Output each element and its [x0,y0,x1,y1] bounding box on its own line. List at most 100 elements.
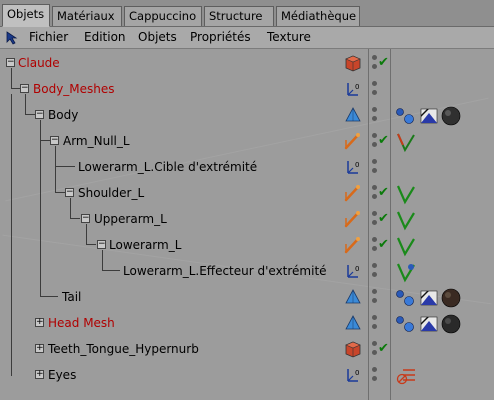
collapse-toggle[interactable]: − [50,136,59,145]
tree-row-ik-effector[interactable]: Lowerarm_L.Effecteur d'extrémité 0 [0,259,494,284]
tree-row-lowerarm-l[interactable]: − Lowerarm_L ✔ [0,233,494,258]
render-visibility-dot[interactable] [372,194,377,199]
ik-tag-icon[interactable] [395,235,419,257]
polygon-mesh-icon[interactable] [343,287,363,307]
expand-toggle[interactable]: + [35,344,44,353]
bone-icon[interactable] [343,209,363,229]
render-visibility-dot[interactable] [372,142,377,147]
render-visibility-dot[interactable] [372,246,377,251]
editor-visibility-dot[interactable] [372,159,377,164]
editor-visibility-dot[interactable] [372,211,377,216]
render-visibility-dot[interactable] [372,272,377,277]
editor-visibility-dot[interactable] [372,237,377,242]
editor-visibility-dot[interactable] [372,107,377,112]
bone-icon[interactable] [343,131,363,151]
material-sphere-icon[interactable] [441,314,461,334]
bone-icon[interactable] [343,183,363,203]
expand-toggle[interactable]: + [35,318,44,327]
ik-tag-icon[interactable] [395,131,419,153]
editor-visibility-dot[interactable] [372,289,377,294]
null-axis-icon[interactable]: 0 [343,365,363,385]
render-visibility-dot[interactable] [372,324,377,329]
menu-texture[interactable]: Texture [267,30,311,44]
object-name[interactable]: Body_Meshes [33,82,115,96]
ik-tag-icon[interactable] [395,183,419,205]
collapse-toggle[interactable]: − [65,188,74,197]
tree-row-teeth-tongue-hypernurb[interactable]: + Teeth_Tongue_Hypernurb ✔ [0,337,494,362]
editor-visibility-dot[interactable] [372,185,377,190]
cube-red-icon[interactable] [343,339,363,359]
object-name[interactable]: Tail [62,290,81,304]
object-name[interactable]: Upperarm_L [94,212,167,226]
tree-row-arm-null-l[interactable]: − Arm_Null_L ✔ [0,129,494,154]
collapse-toggle[interactable]: − [81,214,90,223]
object-name[interactable]: Lowerarm_L [109,238,181,252]
tab-cappuccino[interactable]: Cappuccino [124,6,202,26]
cube-red-icon[interactable] [343,53,363,73]
menu-edition[interactable]: Edition [84,30,126,44]
tree-row-upperarm-l[interactable]: − Upperarm_L ✔ [0,207,494,232]
render-visibility-dot[interactable] [372,220,377,225]
display-tag-icon[interactable] [395,365,419,387]
object-name[interactable]: Claude [18,56,60,70]
object-name[interactable]: Arm_Null_L [63,134,130,148]
enabled-check-icon[interactable]: ✔ [378,341,389,356]
editor-visibility-dot[interactable] [372,341,377,346]
phong-tag-icon[interactable] [396,108,414,124]
enabled-check-icon[interactable]: ✔ [378,185,389,200]
object-name[interactable]: Head Mesh [48,316,115,330]
polygon-mesh-icon[interactable] [343,313,363,333]
object-name[interactable]: Body [48,108,78,122]
tab-structure[interactable]: Structure [204,6,274,26]
render-visibility-dot[interactable] [372,168,377,173]
null-axis-icon[interactable]: 0 [343,79,363,99]
enabled-check-icon[interactable]: ✔ [378,237,389,252]
ik-effector-tag-icon[interactable] [395,261,419,283]
editor-visibility-dot[interactable] [372,133,377,138]
enabled-check-icon[interactable]: ✔ [378,133,389,148]
object-name[interactable]: Eyes [48,368,76,382]
editor-visibility-dot[interactable] [372,315,377,320]
object-name[interactable]: Shoulder_L [78,186,144,200]
render-visibility-dot[interactable] [372,376,377,381]
object-name[interactable]: Lowerarm_L.Cible d'extrémité [78,160,257,174]
bone-icon[interactable] [343,235,363,255]
expand-toggle[interactable]: + [35,370,44,379]
tab-objets[interactable]: Objets [2,4,50,27]
object-name[interactable]: Teeth_Tongue_Hypernurb [48,342,199,356]
tree-row-head-mesh[interactable]: + Head Mesh [0,311,494,336]
enabled-check-icon[interactable]: ✔ [378,55,389,70]
tree-row-claude[interactable]: − Claude ✔ [0,51,494,76]
null-axis-icon[interactable]: 0 [343,157,363,177]
collapse-toggle[interactable]: − [6,58,15,67]
phong-tag-icon[interactable] [396,316,414,332]
phong-tag-icon[interactable] [396,290,414,306]
texture-tag-icon[interactable] [420,108,438,124]
collapse-toggle[interactable]: − [97,240,106,249]
ik-tag-icon[interactable] [395,209,419,231]
tab-mediatheque[interactable]: Médiathèque [276,6,360,26]
menu-objets[interactable]: Objets [138,30,177,44]
pointer-icon[interactable] [5,30,21,46]
tree-row-shoulder-l[interactable]: − Shoulder_L ✔ [0,181,494,206]
enabled-check-icon[interactable]: ✔ [378,211,389,226]
render-visibility-dot[interactable] [372,350,377,355]
texture-tag-icon[interactable] [420,316,438,332]
tab-materiaux[interactable]: Matériaux [52,6,122,26]
tree-row-ik-target[interactable]: Lowerarm_L.Cible d'extrémité 0 [0,155,494,180]
tree-row-body[interactable]: − Body [0,103,494,128]
editor-visibility-dot[interactable] [372,263,377,268]
tree-row-tail[interactable]: Tail [0,285,494,310]
collapse-toggle[interactable]: − [20,84,29,93]
object-name[interactable]: Lowerarm_L.Effecteur d'extrémité [123,264,327,278]
editor-visibility-dot[interactable] [372,55,377,60]
editor-visibility-dot[interactable] [372,367,377,372]
render-visibility-dot[interactable] [372,298,377,303]
tree-row-body-meshes[interactable]: − Body_Meshes 0 [0,77,494,102]
tree-row-eyes[interactable]: + Eyes 0 [0,363,494,388]
menu-fichier[interactable]: Fichier [29,30,68,44]
render-visibility-dot[interactable] [372,116,377,121]
menu-proprietes[interactable]: Propriétés [190,30,251,44]
editor-visibility-dot[interactable] [372,81,377,86]
texture-tag-icon[interactable] [420,290,438,306]
